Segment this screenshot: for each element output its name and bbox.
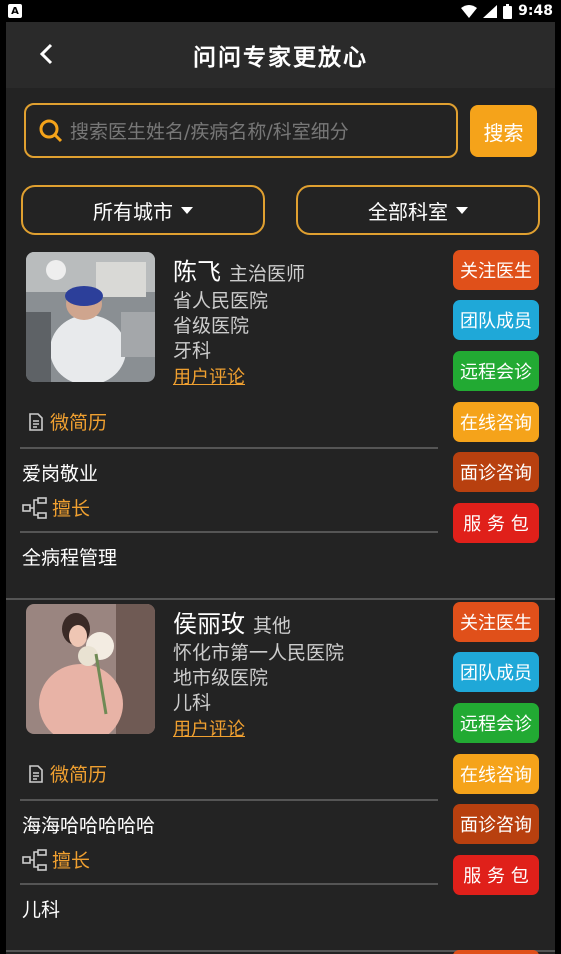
- search-input[interactable]: 搜索医生姓名/疾病名称/科室细分: [24, 103, 458, 158]
- title-bar: 问问专家更放心: [6, 22, 555, 88]
- resume-link[interactable]: 微简历: [26, 408, 107, 435]
- skill-label: 擅长: [22, 494, 90, 521]
- caret-down-icon: [456, 206, 468, 214]
- screen: A 9:48 问问专家更放心 搜索医生姓名/疾病名称/科室细分 搜索 所有城市: [0, 0, 561, 954]
- skill-label-text: 擅长: [52, 498, 91, 520]
- wifi-icon: [461, 4, 478, 18]
- clock: 9:48: [518, 3, 553, 19]
- resume-label: 微简历: [50, 412, 108, 434]
- document-icon: [29, 764, 43, 783]
- department-filter-label: 全部科室: [368, 199, 448, 224]
- remote-consultation-button[interactable]: 远程会诊: [453, 703, 539, 743]
- doctor-card[interactable]: 侯丽玫 其他 怀化市第一人民医院 地市级医院 儿科 用户评论 微简历 海海哈哈哈…: [6, 602, 555, 952]
- skill-label: 擅长: [22, 846, 90, 873]
- resume-link[interactable]: 微简历: [26, 760, 107, 787]
- doctor-title: 其他: [253, 615, 292, 637]
- doctor-department: 儿科: [173, 692, 212, 714]
- doctor-photo: [26, 252, 155, 382]
- chevron-left-icon: [39, 43, 53, 65]
- doctor-name-line: 陈飞 主治医师: [173, 252, 305, 287]
- face-consult-button[interactable]: 面诊咨询: [453, 804, 539, 844]
- hierarchy-icon: [22, 496, 47, 519]
- divider: [20, 447, 438, 449]
- doctor-name: 陈飞: [173, 258, 221, 286]
- search-button[interactable]: 搜索: [470, 105, 537, 157]
- search-icon: [39, 119, 63, 142]
- follow-doctor-button[interactable]: 关注医生: [453, 250, 539, 290]
- doctor-skill: 全病程管理: [22, 547, 118, 569]
- city-filter[interactable]: 所有城市: [21, 185, 265, 235]
- team-members-button[interactable]: 团队成员: [453, 652, 539, 692]
- document-icon: [29, 412, 43, 431]
- doctor-name: 侯丽玫: [173, 610, 245, 638]
- divider: [20, 883, 438, 885]
- back-button[interactable]: [32, 40, 60, 68]
- status-bar: A 9:48: [0, 0, 561, 22]
- hospital-level: 地市级医院: [173, 667, 269, 689]
- doctor-hospital: 怀化市第一人民医院: [173, 642, 345, 664]
- doctor-department: 牙科: [173, 340, 212, 362]
- caret-down-icon: [181, 206, 193, 214]
- user-review-link[interactable]: 用户评论: [173, 363, 245, 389]
- user-review-link[interactable]: 用户评论: [173, 715, 245, 741]
- search-placeholder: 搜索医生姓名/疾病名称/科室细分: [70, 121, 349, 143]
- divider: [20, 531, 438, 533]
- remote-consultation-button[interactable]: 远程会诊: [453, 351, 539, 391]
- doctor-title: 主治医师: [229, 263, 306, 285]
- doctor-hospital: 省人民医院: [173, 290, 269, 312]
- skill-label-text: 擅长: [52, 850, 91, 872]
- online-consult-button[interactable]: 在线咨询: [453, 402, 539, 442]
- service-package-button[interactable]: 服 务 包: [453, 503, 539, 543]
- notification-icon: A: [8, 4, 22, 18]
- next-card-follow-button[interactable]: [453, 950, 539, 954]
- status-icons: 9:48: [461, 3, 553, 19]
- doctor-motto: 海海哈哈哈哈哈: [22, 815, 156, 837]
- battery-icon: [503, 3, 513, 19]
- department-filter[interactable]: 全部科室: [296, 185, 540, 235]
- doctor-photo: [26, 604, 155, 734]
- resume-label: 微简历: [50, 764, 108, 786]
- hospital-level: 省级医院: [173, 315, 250, 337]
- city-filter-label: 所有城市: [93, 199, 173, 224]
- online-consult-button[interactable]: 在线咨询: [453, 754, 539, 794]
- page-title: 问问专家更放心: [193, 45, 368, 71]
- app: 问问专家更放心 搜索医生姓名/疾病名称/科室细分 搜索 所有城市 全部科室 陈飞…: [6, 22, 555, 954]
- signal-icon: [483, 4, 498, 18]
- doctor-skill: 儿科: [22, 899, 61, 921]
- doctor-motto: 爱岗敬业: [22, 463, 99, 485]
- service-package-button[interactable]: 服 务 包: [453, 855, 539, 895]
- hierarchy-icon: [22, 848, 47, 871]
- doctor-card[interactable]: 陈飞 主治医师 省人民医院 省级医院 牙科 用户评论 微简历 爱岗敬业 擅长 全…: [6, 250, 555, 600]
- team-members-button[interactable]: 团队成员: [453, 300, 539, 340]
- doctor-name-line: 侯丽玫 其他: [173, 604, 291, 639]
- search-row: 搜索医生姓名/疾病名称/科室细分 搜索: [24, 103, 537, 159]
- follow-doctor-button[interactable]: 关注医生: [453, 602, 539, 642]
- face-consult-button[interactable]: 面诊咨询: [453, 452, 539, 492]
- divider: [20, 799, 438, 801]
- filter-row: 所有城市 全部科室: [21, 185, 540, 235]
